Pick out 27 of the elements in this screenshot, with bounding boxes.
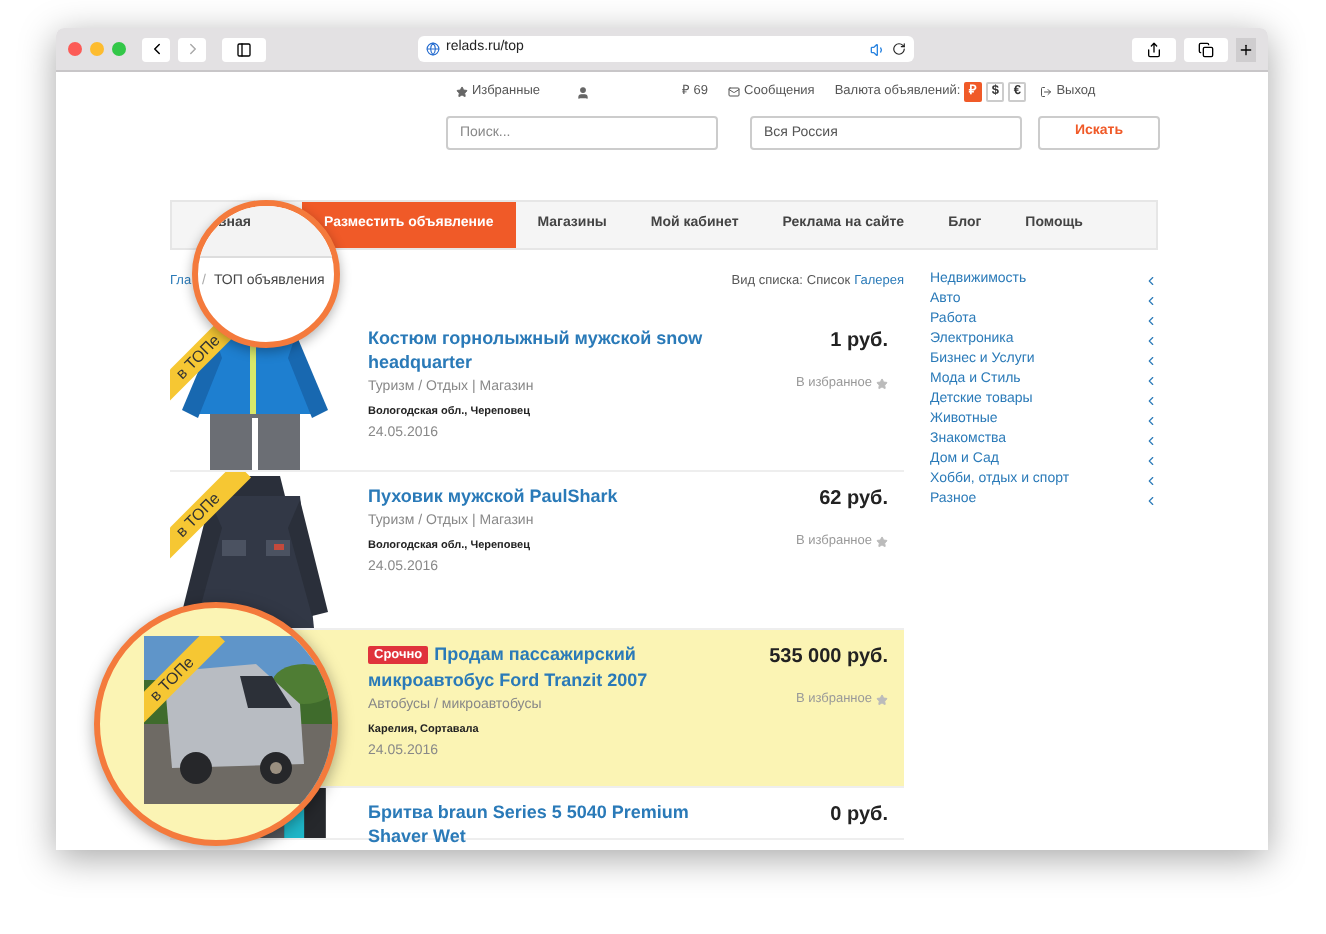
sidebar-icon: [236, 41, 252, 57]
share-button[interactable]: [1132, 37, 1176, 61]
plus-icon: [1238, 41, 1254, 57]
sidebar-button[interactable]: [222, 37, 266, 61]
back-button[interactable]: [142, 37, 170, 61]
share-icon: [1146, 41, 1162, 57]
listing-title[interactable]: Пуховик мужской PaulShark: [368, 484, 728, 508]
star-icon[interactable]: [876, 693, 888, 706]
speaker-icon[interactable]: [870, 41, 886, 57]
listing-price: 535 000 руб.: [769, 644, 888, 672]
listing-price: 1 руб.: [830, 328, 888, 356]
user-icon[interactable]: [576, 85, 590, 99]
star-icon: [456, 86, 468, 98]
tabs-button[interactable]: [1184, 37, 1228, 61]
globe-icon: [426, 42, 440, 56]
mail-icon: [728, 86, 741, 98]
listing-title[interactable]: Костюм горнолыжный мужской snow headquarter: [368, 326, 728, 374]
listing-title[interactable]: Бритва braun Series 5 5040 Premium Shaver Wet: [368, 800, 728, 848]
logout-icon: [1040, 86, 1053, 98]
listing-price: 0 руб.: [830, 802, 888, 830]
close-icon[interactable]: [68, 42, 82, 56]
listing-price: 62 руб.: [819, 486, 888, 514]
reload-icon[interactable]: [892, 42, 906, 56]
new-tab-button[interactable]: [1236, 37, 1256, 61]
star-icon[interactable]: [876, 535, 888, 548]
star-icon[interactable]: [876, 377, 888, 390]
tabs-icon: [1198, 41, 1214, 57]
